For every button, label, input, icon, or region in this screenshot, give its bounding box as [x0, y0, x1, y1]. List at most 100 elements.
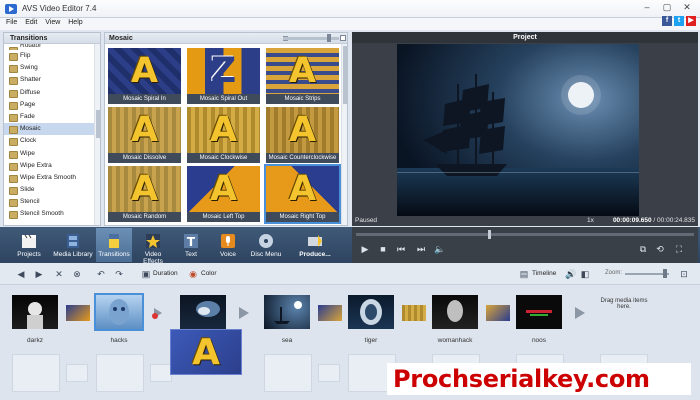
- color-icon[interactable]: ◉: [188, 269, 198, 279]
- large-thumb-size-icon[interactable]: [340, 35, 346, 41]
- view-options-icon[interactable]: ◧: [580, 269, 590, 279]
- close-button[interactable]: ✕: [678, 2, 696, 14]
- snapshot-icon[interactable]: ⧉: [638, 244, 648, 254]
- transition-arrow-icon[interactable]: [236, 306, 252, 320]
- thumbnail-size-slider[interactable]: [283, 34, 339, 42]
- seek-bar[interactable]: [356, 230, 694, 239]
- empty-transition-slot[interactable]: [150, 364, 172, 382]
- timeline-icon[interactable]: ▤: [519, 269, 529, 279]
- thumb-mosaic-left-top[interactable]: A Mosaic Left Top: [187, 166, 260, 222]
- thumb-mosaic-spiral-out[interactable]: Z Mosaic Spiral Out: [187, 48, 260, 104]
- empty-transition-slot[interactable]: [318, 364, 340, 382]
- play-icon[interactable]: ▶: [360, 244, 370, 254]
- thumb-letter: A: [130, 169, 159, 209]
- thumb-mosaic-dissolve[interactable]: A Mosaic Dissolve: [108, 107, 181, 163]
- clip-hacks[interactable]: [94, 293, 144, 331]
- transition-arrow-icon[interactable]: [572, 306, 588, 320]
- thumb-letter: A: [130, 51, 159, 91]
- delete-icon[interactable]: ✕: [54, 269, 64, 279]
- empty-clip-slot[interactable]: [264, 354, 312, 392]
- thumb-mosaic-spiral-in[interactable]: A Mosaic Spiral In: [108, 48, 181, 104]
- disc-icon: [259, 234, 273, 248]
- transition-slot[interactable]: [318, 305, 342, 321]
- tool-video-effects[interactable]: Video Effects: [134, 228, 172, 265]
- clip-thumbnail: [109, 299, 129, 325]
- tree-item-page[interactable]: Page: [4, 99, 100, 111]
- transition-add-icon[interactable]: [150, 306, 166, 320]
- tool-label: Text: [185, 251, 197, 258]
- loop-icon[interactable]: ⟲: [655, 244, 665, 254]
- tool-disc-menu[interactable]: Disc Menu: [248, 228, 284, 262]
- menu-file[interactable]: File: [3, 18, 20, 27]
- menu-edit[interactable]: Edit: [22, 18, 40, 27]
- audio-icon[interactable]: 🔊: [565, 269, 576, 279]
- empty-clip-slot[interactable]: [12, 354, 60, 392]
- thumb-mosaic-clockwise[interactable]: A Mosaic Clockwise: [187, 107, 260, 163]
- transition-slot[interactable]: [66, 305, 90, 321]
- tool-voice[interactable]: Voice: [212, 228, 244, 262]
- clip-tiger[interactable]: [348, 295, 394, 329]
- tree-item-diffuse[interactable]: Diffuse: [4, 87, 100, 99]
- prev-arrow-icon[interactable]: ◀: [16, 269, 26, 279]
- previous-frame-icon[interactable]: ⏮: [396, 244, 406, 254]
- clip-sea[interactable]: [264, 295, 310, 329]
- disable-icon[interactable]: ⊗: [72, 269, 82, 279]
- tool-transitions[interactable]: Transitions: [96, 228, 132, 262]
- menu-help[interactable]: Help: [65, 18, 85, 27]
- tree-item-stencil-smooth[interactable]: Stencil Smooth: [4, 208, 100, 220]
- fullscreen-icon[interactable]: ⛶: [674, 244, 684, 254]
- clip-label-sea: sea: [281, 337, 293, 344]
- tree-item-mosaic[interactable]: Mosaic: [4, 123, 100, 136]
- mosaic-scrollbar[interactable]: [341, 44, 347, 225]
- tree-item-wipe-extra-smooth[interactable]: Wipe Extra Smooth: [4, 172, 100, 184]
- playback-speed[interactable]: 1x: [587, 217, 594, 224]
- tool-projects[interactable]: Projects: [12, 228, 46, 262]
- tree-item-wipe-extra[interactable]: Wipe Extra: [4, 160, 100, 172]
- tree-item-fade[interactable]: Fade: [4, 111, 100, 123]
- tree-item-wipe[interactable]: Wipe: [4, 148, 100, 160]
- dragged-transition-thumbnail[interactable]: A: [170, 329, 242, 375]
- undo-icon[interactable]: ↶: [96, 269, 106, 279]
- clip-tiger-dark[interactable]: [180, 295, 226, 329]
- tree-item-flip[interactable]: Flip: [4, 50, 100, 62]
- tree-item-clock[interactable]: Clock: [4, 135, 100, 147]
- clip-noos[interactable]: [516, 295, 562, 329]
- zoom-fit-icon[interactable]: ⊡: [679, 269, 689, 279]
- tree-item-slide[interactable]: Slide: [4, 184, 100, 196]
- youtube-icon[interactable]: ▶: [686, 16, 696, 26]
- next-frame-icon[interactable]: ⏭: [416, 244, 426, 254]
- duration-icon[interactable]: ▣: [141, 269, 151, 279]
- zoom-slider[interactable]: [625, 269, 669, 278]
- clip-label-darkz: darkz: [27, 337, 43, 344]
- transition-slot[interactable]: [486, 305, 510, 321]
- tool-media-library[interactable]: Media Library: [52, 228, 94, 262]
- redo-icon[interactable]: ↷: [114, 269, 124, 279]
- facebook-icon[interactable]: f: [662, 16, 672, 26]
- thumb-mosaic-counterclockwise[interactable]: A Mosaic Counterclockwise: [266, 107, 339, 163]
- empty-clip-slot[interactable]: [96, 354, 144, 392]
- tool-text[interactable]: T Text: [176, 228, 206, 262]
- maximize-button[interactable]: ▢: [658, 2, 676, 14]
- stop-icon[interactable]: ■: [378, 244, 388, 254]
- empty-transition-slot[interactable]: [66, 364, 88, 382]
- volume-icon[interactable]: 🔈: [434, 244, 445, 254]
- tree-item-swing[interactable]: Swing: [4, 62, 100, 74]
- clip-darkz[interactable]: [12, 295, 58, 329]
- tool-produce[interactable]: Produce...: [294, 228, 336, 262]
- drag-media-dropzone[interactable]: Drag media items here.: [600, 298, 648, 334]
- tree-item-stencil[interactable]: Stencil: [4, 196, 100, 208]
- color-button[interactable]: Color: [201, 270, 217, 277]
- twitter-icon[interactable]: t: [674, 16, 684, 26]
- thumb-mosaic-random[interactable]: A Mosaic Random: [108, 166, 181, 222]
- tree-item-shatter[interactable]: Shatter: [4, 74, 100, 86]
- transition-slot[interactable]: [402, 305, 426, 321]
- thumb-mosaic-right-top[interactable]: A Mosaic Right Top: [264, 164, 341, 224]
- clip-womanhack[interactable]: [432, 295, 478, 329]
- next-arrow-icon[interactable]: ▶: [34, 269, 44, 279]
- transitions-scrollbar[interactable]: [94, 44, 100, 225]
- minimize-button[interactable]: –: [638, 2, 656, 14]
- menu-view[interactable]: View: [42, 18, 63, 27]
- timeline-toggle[interactable]: Timeline: [532, 270, 556, 277]
- thumb-mosaic-strips[interactable]: A Mosaic Strips: [266, 48, 339, 104]
- duration-button[interactable]: Duration: [153, 270, 178, 277]
